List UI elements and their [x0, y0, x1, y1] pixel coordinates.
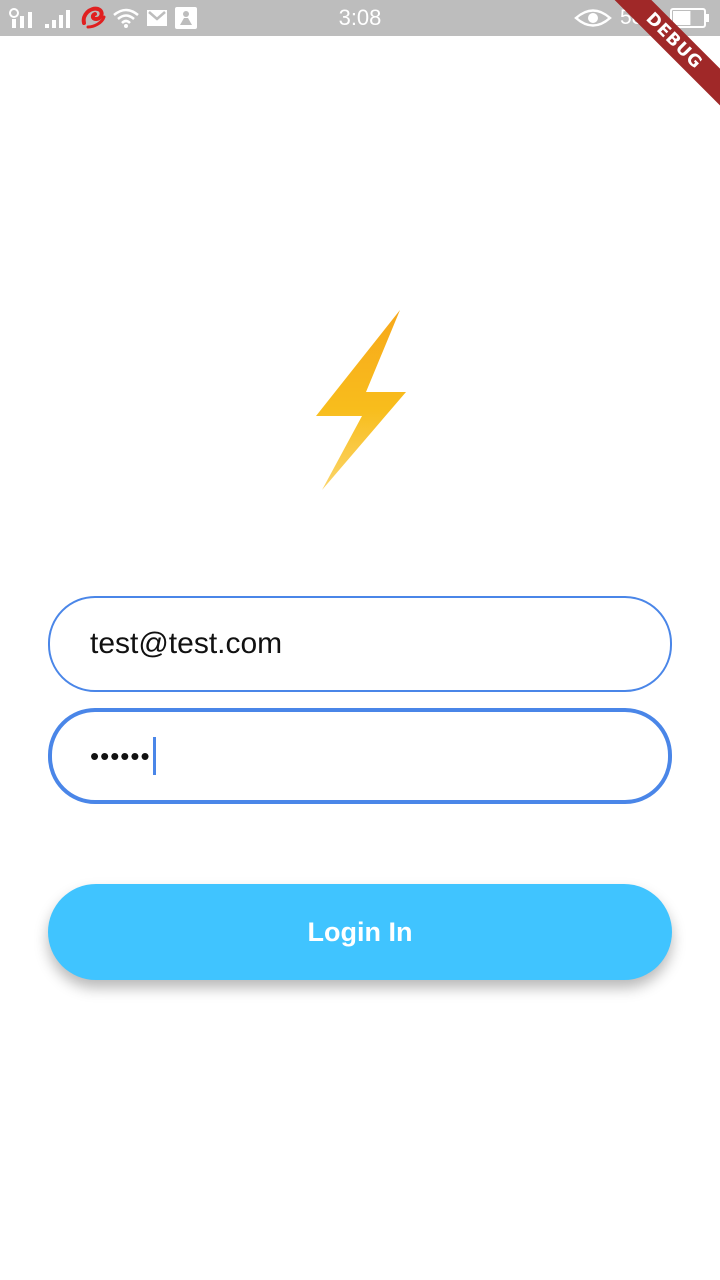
email-field[interactable]: test@test.com: [48, 596, 672, 692]
lightning-bolt-icon: [316, 310, 406, 490]
password-field-value: ••••••: [90, 740, 151, 771]
status-bar: 3:08 58%: [0, 0, 720, 36]
login-button[interactable]: Login In: [48, 884, 672, 980]
eye-icon: [574, 9, 612, 27]
text-cursor: [152, 737, 156, 775]
password-field[interactable]: ••••••: [48, 708, 672, 804]
email-field-value: test@test.com: [90, 627, 283, 660]
